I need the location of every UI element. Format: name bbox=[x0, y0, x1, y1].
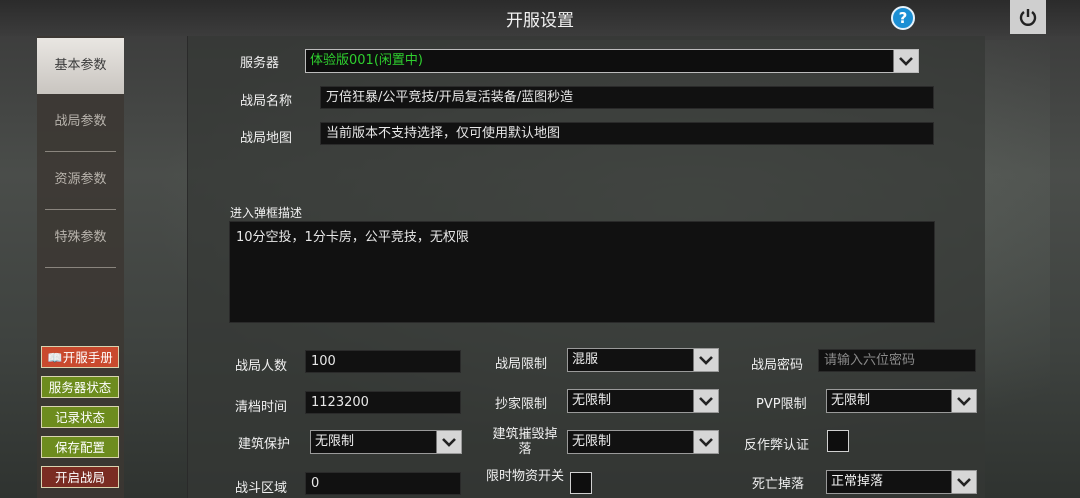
server-status-button[interactable]: 服务器状态 bbox=[41, 376, 119, 398]
death-drop-label: 死亡掉落 bbox=[752, 477, 805, 492]
record-status-button[interactable]: 记录状态 bbox=[41, 406, 119, 428]
server-manual-button[interactable]: 📖开服手册 bbox=[41, 346, 119, 368]
player-count-field[interactable]: 100 bbox=[305, 350, 461, 373]
build-protect-select[interactable]: 无限制 bbox=[310, 430, 462, 454]
build-protect-value: 无限制 bbox=[315, 434, 355, 449]
clear-time-field[interactable]: 1123200 bbox=[305, 391, 461, 414]
anticheat-checkbox[interactable] bbox=[827, 430, 849, 452]
divider bbox=[45, 267, 116, 268]
popup-desc-label: 进入弹框描述 bbox=[230, 206, 303, 220]
timed-supply-label: 限时物资开关 bbox=[486, 469, 565, 484]
chevron-down-icon bbox=[699, 438, 713, 447]
chevron-down-icon bbox=[699, 397, 713, 406]
build-destroy-label: 建筑摧毁掉落 bbox=[492, 427, 558, 457]
book-icon: 📖 bbox=[47, 350, 63, 365]
raid-limit-value: 无限制 bbox=[572, 393, 612, 408]
tab-resource-params[interactable]: 资源参数 bbox=[37, 152, 124, 208]
build-protect-label: 建筑保护 bbox=[238, 437, 291, 452]
tab-basic-params[interactable]: 基本参数 bbox=[37, 38, 124, 94]
raid-limit-select[interactable]: 无限制 bbox=[567, 389, 719, 413]
server-label: 服务器 bbox=[240, 56, 280, 71]
timed-supply-checkbox[interactable] bbox=[570, 472, 592, 494]
build-destroy-value: 无限制 bbox=[572, 434, 612, 449]
server-select-value: 体验版001(闲置中) bbox=[310, 53, 423, 68]
page-title: 开服设置 bbox=[506, 11, 574, 31]
build-destroy-select[interactable]: 无限制 bbox=[567, 430, 719, 454]
power-button[interactable] bbox=[1010, 0, 1046, 34]
chevron-down-icon bbox=[957, 478, 971, 487]
server-manual-label: 开服手册 bbox=[62, 350, 113, 365]
popup-desc-textarea[interactable]: 10分空投，1分卡房，公平竞技，无权限 bbox=[229, 221, 935, 323]
pvp-limit-label: PVP限制 bbox=[756, 397, 807, 412]
server-select[interactable]: 体验版001(闲置中) bbox=[305, 49, 919, 73]
power-icon bbox=[1019, 9, 1037, 26]
match-map-field: 当前版本不支持选择，仅可使用默认地图 bbox=[320, 122, 934, 145]
tab-special-params[interactable]: 特殊参数 bbox=[37, 210, 124, 266]
match-name-label: 战局名称 bbox=[240, 94, 293, 109]
password-field[interactable]: 请输入六位密码 bbox=[818, 349, 976, 372]
match-name-field[interactable]: 万倍狂暴/公平竞技/开局复活装备/蓝图秒造 bbox=[320, 86, 934, 109]
anticheat-label: 反作弊认证 bbox=[744, 438, 810, 453]
battle-zone-field[interactable]: 0 bbox=[305, 472, 461, 495]
death-drop-select[interactable]: 正常掉落 bbox=[826, 470, 977, 494]
match-limit-label: 战局限制 bbox=[495, 357, 548, 372]
match-limit-select[interactable]: 混服 bbox=[567, 348, 719, 372]
clear-time-label: 清档时间 bbox=[235, 400, 288, 415]
help-icon[interactable]: ? bbox=[891, 6, 915, 30]
player-count-label: 战局人数 bbox=[235, 359, 288, 374]
chevron-down-icon bbox=[957, 397, 971, 406]
pvp-limit-value: 无限制 bbox=[831, 393, 871, 408]
chevron-down-icon bbox=[442, 438, 456, 447]
top-bar: 开服设置 ? bbox=[0, 0, 1080, 36]
chevron-down-icon bbox=[899, 57, 913, 66]
password-label: 战局密码 bbox=[751, 358, 804, 373]
death-drop-value: 正常掉落 bbox=[831, 474, 884, 489]
battle-zone-label: 战斗区域 bbox=[235, 481, 288, 496]
chevron-down-icon bbox=[699, 356, 713, 365]
tab-match-params[interactable]: 战局参数 bbox=[37, 94, 124, 150]
save-config-button[interactable]: 保存配置 bbox=[41, 436, 119, 458]
match-limit-value: 混服 bbox=[572, 352, 599, 367]
match-map-label: 战局地图 bbox=[240, 131, 293, 146]
pvp-limit-select[interactable]: 无限制 bbox=[826, 389, 977, 413]
raid-limit-label: 抄家限制 bbox=[495, 397, 548, 412]
start-match-button[interactable]: 开启战局 bbox=[41, 466, 119, 488]
